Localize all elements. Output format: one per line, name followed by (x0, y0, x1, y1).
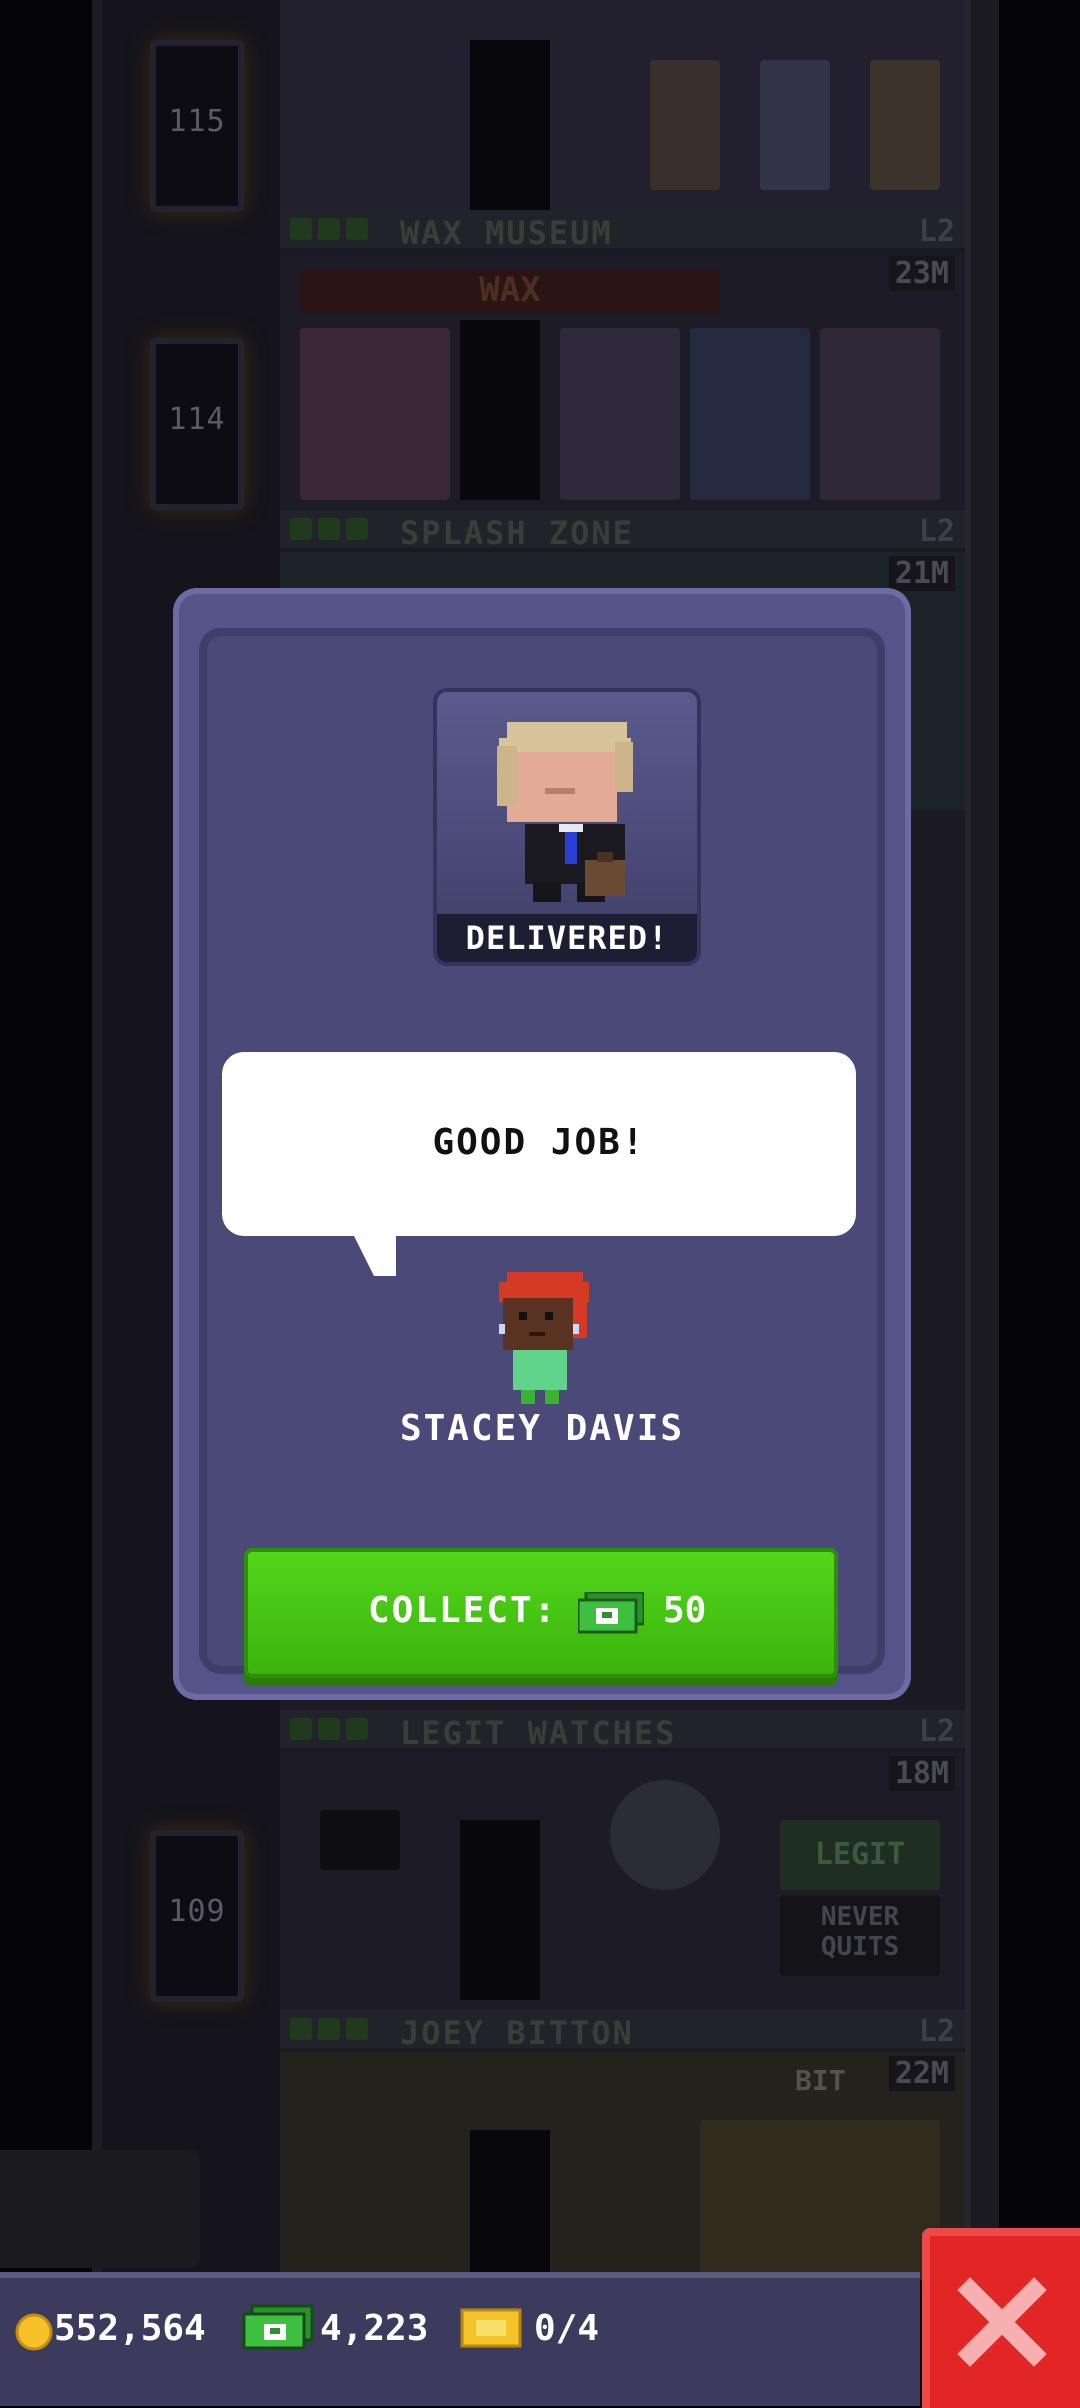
coin-icon (15, 2313, 53, 2351)
floor-label-bar: LEGIT WATCHES L2 (280, 1710, 965, 1752)
legit-sign: LEGIT (780, 1820, 940, 1890)
elevator-floor-114[interactable]: 114 (150, 338, 244, 510)
wax-figure-booth (560, 328, 680, 500)
floor-label-bar: SPLASH ZONE L2 (280, 510, 965, 552)
collect-button[interactable]: COLLECT: 50 (244, 1548, 838, 1678)
coins-value: 552,564 (54, 2308, 206, 2349)
elevator-floor-115[interactable]: 115 (150, 40, 244, 212)
floor-name: JOEY BITTON (400, 2014, 634, 2052)
elevator-floor-109[interactable]: 109 (150, 1830, 244, 2002)
slot-machine (650, 60, 720, 190)
floor-level: L2 (918, 1714, 955, 1749)
currency-bar: 552,564 4,223 0/4 (0, 2272, 920, 2406)
floor-checks (290, 2018, 390, 2040)
floor-label-bar: JOEY BITTON L2 (280, 2010, 965, 2052)
never-quits-sign: NEVER QUITS (780, 1896, 940, 1976)
wax-sign-text: WAX (479, 270, 541, 310)
floor-value: 22M (888, 2056, 955, 2091)
slot-machine (870, 60, 940, 190)
floor-name: LEGIT WATCHES (400, 1714, 677, 1752)
build-floor-button[interactable] (0, 2150, 200, 2268)
floor-checks (290, 518, 390, 540)
speech-bubble: GOOD JOB! (222, 1052, 856, 1236)
floor-value: 18M (888, 1756, 955, 1791)
floor-name: WAX MUSEUM (400, 214, 613, 252)
bux-icon (242, 2304, 314, 2350)
close-button[interactable] (922, 2228, 1080, 2408)
businessman-sprite-icon (497, 722, 633, 902)
floor-level: L2 (918, 2014, 955, 2049)
floor-value: 21M (888, 556, 955, 591)
bux-value: 4,223 (320, 2308, 429, 2349)
slot-machine (760, 60, 830, 190)
tickets-counter[interactable]: 0/4 (460, 2298, 630, 2354)
wax-figure-booth (690, 328, 810, 500)
resident-name: STACEY DAVIS (399, 1408, 685, 1449)
tickets-value: 0/4 (534, 2308, 600, 2349)
golden-ticket-icon (460, 2308, 522, 2348)
floor-value: 23M (888, 256, 955, 291)
coins-counter[interactable]: 552,564 (10, 2298, 250, 2354)
collect-amount: 50 (663, 1590, 707, 1631)
floor-door (470, 2130, 550, 2280)
floor-legit-watches[interactable]: LEGIT WATCHES L2 18M LEGIT NEVER QUITS (280, 1710, 965, 2010)
bux-icon (578, 1592, 644, 1634)
never-quits-text: NEVER QUITS (820, 1902, 900, 1962)
floor-casino[interactable] (280, 0, 965, 210)
floor-door (460, 320, 540, 500)
delivery-dialog: DELIVERED! GOOD JOB! STACEY DAVIS COLLEC… (173, 588, 911, 1700)
floor-checks (290, 218, 390, 240)
floor-number: 114 (168, 402, 226, 437)
delivered-label: DELIVERED! (437, 914, 697, 962)
floor-door (470, 40, 550, 210)
bit-sign: BIT (795, 2064, 846, 2097)
bux-counter[interactable]: 4,223 (242, 2298, 442, 2354)
wax-figure-booth (300, 328, 450, 500)
tower-rail (965, 0, 999, 2280)
resident-sprite-icon (499, 1272, 589, 1404)
floor-door (460, 1820, 540, 2000)
wax-sign: WAX (300, 270, 720, 314)
close-icon (957, 2277, 1047, 2367)
collect-label: COLLECT: (368, 1590, 558, 1631)
delivery-dialog-panel: DELIVERED! GOOD JOB! STACEY DAVIS COLLEC… (199, 628, 885, 1678)
floor-wax-museum[interactable]: WAX MUSEUM L2 23M WAX (280, 210, 965, 510)
floor-level: L2 (918, 514, 955, 549)
floor-level: L2 (918, 214, 955, 249)
floor-checks (290, 1718, 390, 1740)
store-shelf (700, 2120, 940, 2280)
floor-number: 115 (168, 104, 226, 139)
floor-joey-bitton[interactable]: JOEY BITTON L2 22M BIT (280, 2010, 965, 2280)
legit-sign-text: LEGIT (814, 1837, 906, 1872)
delivered-portrait: DELIVERED! (433, 688, 701, 966)
floor-label-bar: WAX MUSEUM L2 (280, 210, 965, 252)
clock-icon (610, 1780, 720, 1890)
floor-name: SPLASH ZONE (400, 514, 634, 552)
speech-bubble-tail (354, 1236, 396, 1276)
floor-number: 109 (168, 1894, 226, 1929)
wax-figure-booth (820, 328, 940, 500)
speech-text: GOOD JOB! (432, 1122, 646, 1163)
wall-screen (320, 1810, 400, 1870)
